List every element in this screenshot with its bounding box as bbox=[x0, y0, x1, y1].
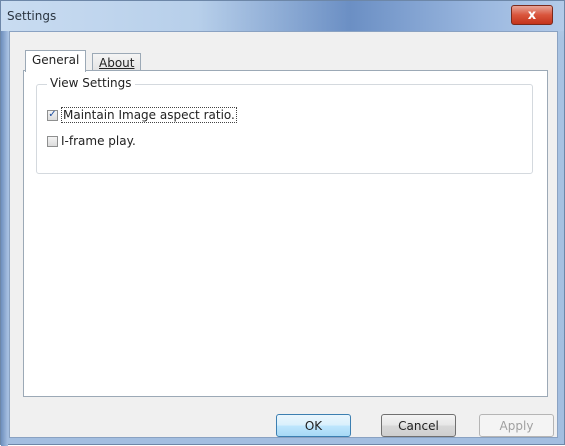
settings-window: Settings x General About View Settings ✓… bbox=[0, 0, 565, 446]
view-settings-title: View Settings bbox=[47, 76, 135, 90]
window-frame-edge bbox=[1, 31, 8, 446]
ok-button[interactable]: OK bbox=[276, 414, 351, 437]
maintain-aspect-ratio-label: Maintain Image aspect ratio. bbox=[61, 107, 237, 123]
view-settings-group: View Settings ✓ Maintain Image aspect ra… bbox=[36, 76, 533, 174]
window-title: Settings bbox=[7, 9, 57, 23]
iframe-play-checkbox[interactable] bbox=[47, 135, 58, 147]
iframe-play-label: I-frame play. bbox=[61, 134, 136, 148]
dialog-body: General About View Settings ✓ Maintain I… bbox=[9, 31, 558, 438]
cancel-button[interactable]: Cancel bbox=[381, 414, 456, 437]
close-icon: x bbox=[527, 7, 537, 23]
maintain-aspect-ratio-checkbox[interactable]: ✓ bbox=[47, 109, 58, 121]
title-bar[interactable]: Settings x bbox=[1, 1, 564, 31]
tab-general[interactable]: General bbox=[25, 50, 87, 72]
maintain-aspect-ratio-option[interactable]: ✓ Maintain Image aspect ratio. bbox=[47, 107, 237, 123]
close-button[interactable]: x bbox=[511, 5, 553, 25]
general-tab-panel: View Settings ✓ Maintain Image aspect ra… bbox=[23, 70, 548, 397]
iframe-play-option[interactable]: I-frame play. bbox=[47, 134, 136, 148]
checkmark-icon: ✓ bbox=[48, 109, 57, 120]
apply-button[interactable]: Apply bbox=[479, 414, 554, 437]
